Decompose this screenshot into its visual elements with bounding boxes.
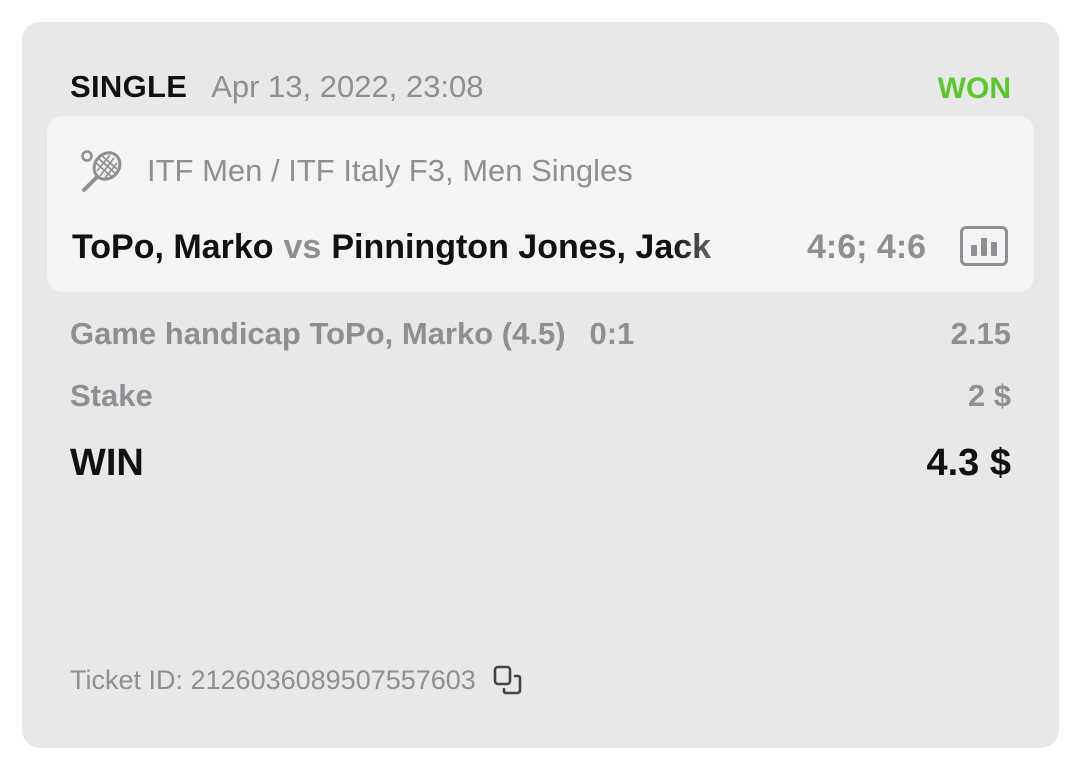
bet-type: SINGLE	[70, 69, 188, 104]
win-value: 4.3 $	[926, 441, 1011, 484]
win-row: WIN 4.3 $	[70, 436, 1011, 490]
copy-icon[interactable]	[492, 664, 524, 696]
match-row: ToPo, Marko vs Pinnington Jones, Jack 4:6;…	[72, 220, 1012, 274]
stats-icon[interactable]	[960, 226, 1008, 266]
ticket-id-row: Ticket ID: 2126036089507557603	[70, 658, 524, 702]
event-card[interactable]: ITF Men / ITF Italy F3, Men Singles ToPo…	[47, 116, 1034, 292]
vs-label: vs	[283, 228, 322, 266]
tennis-racket-icon	[81, 150, 122, 192]
score-at-bet: 0:1	[589, 316, 635, 351]
bet-ticket-card: SINGLE Apr 13, 2022, 23:08 WON ITF Men /…	[22, 22, 1059, 748]
event-league: ITF Men / ITF Italy F3, Men Singles	[147, 153, 633, 188]
selection-row: Game handicap ToPo, Marko (4.5) 0:1 2.15	[70, 312, 1011, 356]
team-name-fade	[672, 220, 794, 274]
bet-date: Apr 13, 2022, 23:08	[211, 69, 484, 104]
team-home: ToPo, Marko	[72, 228, 274, 266]
event-league-row: ITF Men / ITF Italy F3, Men Singles	[79, 146, 633, 196]
odds-value: 2.15	[950, 316, 1011, 351]
bet-header: SINGLE Apr 13, 2022, 23:08	[70, 64, 484, 110]
match-score: 4:6; 4:6	[807, 228, 927, 266]
win-label: WIN	[70, 441, 144, 484]
stake-label: Stake	[70, 378, 153, 413]
stake-row: Stake 2 $	[70, 374, 1011, 418]
ticket-id: Ticket ID: 2126036089507557603	[70, 664, 476, 695]
team-away: Pinnington Jones, Jack	[331, 228, 712, 266]
bet-status-badge: WON	[937, 72, 1011, 105]
stake-value: 2 $	[967, 378, 1011, 413]
market-name: Game handicap ToPo, Marko (4.5)	[70, 316, 566, 351]
